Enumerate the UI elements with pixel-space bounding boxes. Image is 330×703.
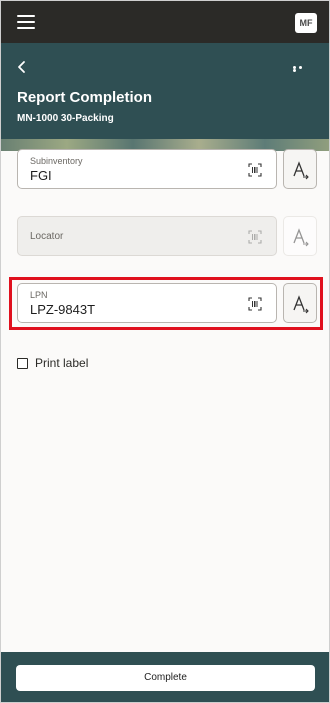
ellipsis-icon[interactable] — [293, 66, 309, 72]
page-header: Report Completion MN-1000 30-Packing — [1, 43, 329, 139]
subinventory-value: FGI — [30, 168, 52, 183]
locator-font-button[interactable] — [283, 216, 317, 256]
hamburger-icon[interactable] — [17, 15, 35, 29]
page-subtitle: MN-1000 30-Packing — [17, 113, 114, 124]
font-size-icon — [293, 295, 309, 314]
print-label-checkbox[interactable] — [17, 358, 28, 369]
lpn-font-button[interactable] — [283, 283, 317, 323]
font-size-icon — [293, 228, 309, 247]
avatar[interactable]: MF — [295, 13, 317, 33]
locator-label: Locator — [30, 231, 64, 242]
complete-button[interactable]: Complete — [16, 665, 315, 691]
locator-field[interactable]: Locator — [17, 216, 277, 256]
lpn-label: LPN — [30, 290, 48, 300]
app-frame: MF Report Completion MN-1000 30-Packing … — [0, 0, 330, 703]
subinventory-field[interactable]: Subinventory FGI — [17, 149, 277, 189]
barcode-scan-icon[interactable] — [248, 163, 262, 177]
lpn-field[interactable]: LPN LPZ-9843T — [17, 283, 277, 323]
subinventory-font-button[interactable] — [283, 149, 317, 189]
footer-bar: Complete — [1, 652, 329, 702]
barcode-scan-icon[interactable] — [248, 230, 262, 244]
chevron-left-icon[interactable] — [15, 60, 29, 74]
top-bar: MF — [1, 1, 329, 43]
print-label-text: Print label — [35, 356, 89, 370]
barcode-scan-icon[interactable] — [248, 297, 262, 311]
font-size-icon — [293, 161, 309, 180]
lpn-value: LPZ-9843T — [30, 302, 96, 317]
subinventory-label: Subinventory — [30, 156, 83, 166]
page-title: Report Completion — [17, 89, 152, 106]
